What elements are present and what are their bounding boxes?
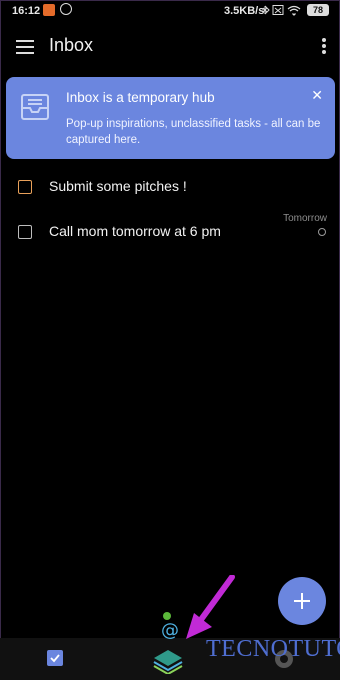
app-bar: Inbox <box>0 22 340 70</box>
inbox-icon[interactable] <box>150 646 186 676</box>
connectivity-icons <box>262 4 306 19</box>
task-label: Call mom tomorrow at 6 pm <box>49 223 221 239</box>
more-vert-icon[interactable] <box>322 38 326 54</box>
task-checkbox[interactable] <box>18 180 32 194</box>
add-task-button[interactable] <box>278 577 326 625</box>
task-item[interactable]: Submit some pitches ! <box>0 167 340 207</box>
alarm-icon <box>318 228 326 236</box>
status-time: 16:12 <box>12 5 41 17</box>
close-icon[interactable]: ✕ <box>311 87 323 104</box>
pointer-arrow-icon <box>178 574 238 645</box>
tasks-icon[interactable] <box>47 650 63 666</box>
status-bar: 16:12 3.5KB/s 78 <box>0 0 340 22</box>
svg-text:@: @ <box>161 620 179 640</box>
banner-heading: Inbox is a temporary hub <box>66 90 215 105</box>
battery-indicator: 78 <box>307 4 329 16</box>
whatsapp-icon <box>60 3 72 15</box>
hamburger-icon[interactable] <box>16 40 34 54</box>
task-label: Submit some pitches ! <box>49 178 187 194</box>
task-due-date: Tomorrow <box>283 213 327 224</box>
network-speed: 3.5KB/s <box>224 5 265 17</box>
task-checkbox[interactable] <box>18 225 32 239</box>
inbox-info-banner: Inbox is a temporary hub Pop-up inspirat… <box>6 77 335 159</box>
banner-body: Pop-up inspirations, unclassified tasks … <box>66 118 321 146</box>
inbox-tray-icon <box>20 93 50 121</box>
app-notification-icon <box>43 4 55 16</box>
watermark: TECNOTUTO <box>206 636 340 662</box>
task-item[interactable]: Call mom tomorrow at 6 pm Tomorrow <box>0 212 340 252</box>
page-title: Inbox <box>49 35 94 55</box>
